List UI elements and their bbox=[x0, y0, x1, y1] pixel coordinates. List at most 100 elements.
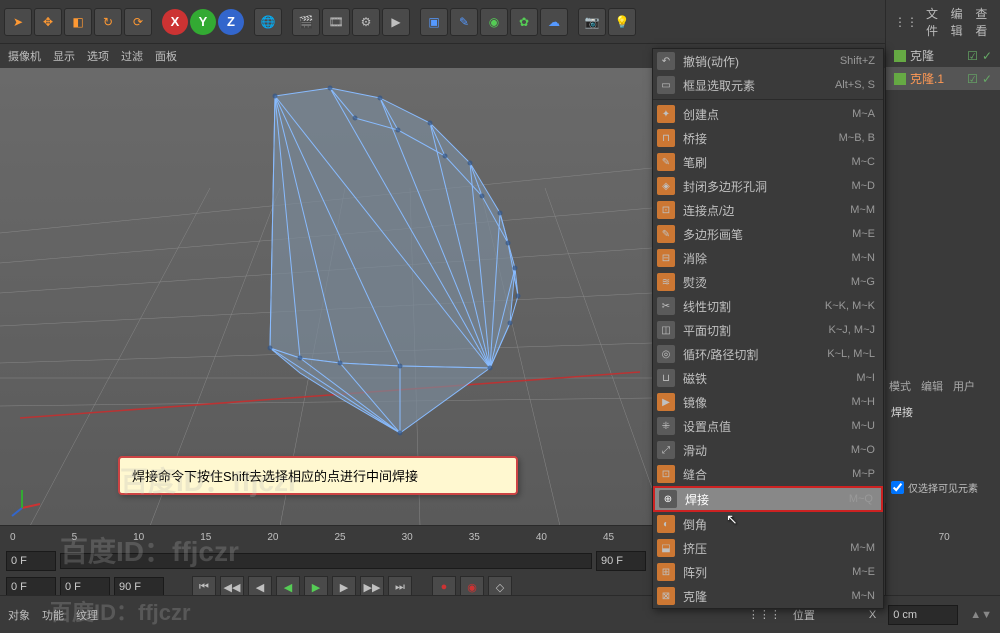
menu-item-icon: ⊓ bbox=[657, 129, 675, 147]
context-menu-item[interactable]: ◈ 封闭多边形孔洞 M~D bbox=[653, 174, 883, 198]
context-menu-item[interactable]: ⊡连接点/边M~M bbox=[653, 198, 883, 222]
light-icon[interactable]: 💡 bbox=[608, 8, 636, 36]
context-menu-item[interactable]: ⊕焊接M~Q bbox=[653, 486, 883, 512]
menu-item-label: 笔刷 bbox=[683, 154, 843, 171]
menu-item-icon: ✎ bbox=[657, 153, 675, 171]
only-visible-checkbox[interactable] bbox=[891, 481, 904, 494]
ruler-tick: 20 bbox=[267, 532, 278, 543]
user-tab[interactable]: 用户 bbox=[953, 378, 975, 394]
view-menu[interactable]: 查看 bbox=[975, 5, 992, 39]
menu-item-label: 倒角 bbox=[683, 516, 867, 533]
scale-tool-icon[interactable]: ◧ bbox=[64, 8, 92, 36]
menu-item-shortcut: M~B, B bbox=[839, 132, 875, 144]
menu-item-icon: ◫ bbox=[657, 321, 675, 339]
picture-viewer-icon[interactable]: ▶ bbox=[382, 8, 410, 36]
menu-item-label: 封闭多边形孔洞 bbox=[683, 178, 843, 195]
environment-icon[interactable]: ☁ bbox=[540, 8, 568, 36]
menu-item-shortcut: M~U bbox=[851, 420, 875, 432]
menu-item-label: 镜像 bbox=[683, 394, 843, 411]
edit-menu[interactable]: 编辑 bbox=[951, 5, 968, 39]
menu-item-icon: ▶ bbox=[657, 393, 675, 411]
context-menu-item[interactable]: ≋熨烫M~G bbox=[653, 270, 883, 294]
rotate-tool-icon[interactable]: ↻ bbox=[94, 8, 122, 36]
menu-item-icon: ◐ bbox=[657, 515, 675, 533]
context-menu-item[interactable]: ⊟消除M~N bbox=[653, 246, 883, 270]
camera-menu[interactable]: 摄像机 bbox=[8, 48, 41, 64]
context-menu-item[interactable]: ↶撤销(动作)Shift+Z bbox=[653, 49, 883, 73]
menu-item-shortcut: M~Q bbox=[849, 493, 873, 505]
move-tool-icon[interactable]: ✥ bbox=[34, 8, 62, 36]
ruler-tick: 35 bbox=[469, 532, 480, 543]
edit-tab[interactable]: 编辑 bbox=[921, 378, 943, 394]
spline-icon[interactable]: ✎ bbox=[450, 8, 478, 36]
context-menu-item[interactable]: ▭框显选取元素Alt+S, S bbox=[653, 73, 883, 97]
context-menu-item[interactable]: ⊠克隆M~N bbox=[653, 584, 883, 608]
recent-tool-icon[interactable]: ⟳ bbox=[124, 8, 152, 36]
context-menu-item[interactable]: ◐ 倒角 bbox=[653, 512, 883, 536]
context-menu-item[interactable]: ◫平面切割K~J, M~J bbox=[653, 318, 883, 342]
tab-object[interactable]: 对象 bbox=[8, 607, 30, 623]
range-start-input[interactable] bbox=[6, 577, 56, 597]
timeline-ruler[interactable]: 0510152025303540455055606570758085 bbox=[0, 526, 652, 548]
end-frame-input[interactable] bbox=[596, 551, 646, 571]
tab-texture[interactable]: 纹理 bbox=[76, 607, 98, 623]
mode-tab[interactable]: 模式 bbox=[889, 378, 911, 394]
ruler-tick: 40 bbox=[536, 532, 547, 543]
menu-item-shortcut: M~N bbox=[851, 590, 875, 602]
menu-item-shortcut: M~E bbox=[852, 566, 875, 578]
context-menu-item[interactable]: ✦创建点M~A bbox=[653, 102, 883, 126]
context-menu-item[interactable]: ⊡缝合M~P bbox=[653, 462, 883, 486]
context-menu-item[interactable]: ⊔磁铁M~I bbox=[653, 366, 883, 390]
menu-item-icon: ✎ bbox=[657, 225, 675, 243]
coord-system-icon[interactable]: 🌐 bbox=[254, 8, 282, 36]
filter-menu[interactable]: 过滤 bbox=[121, 48, 143, 64]
start-frame-input[interactable] bbox=[6, 551, 56, 571]
context-menu-item[interactable]: ✎多边形画笔M~E bbox=[653, 222, 883, 246]
x-value-input[interactable] bbox=[888, 605, 958, 625]
camera-icon[interactable]: 📷 bbox=[578, 8, 606, 36]
menu-item-icon: ⊡ bbox=[657, 201, 675, 219]
context-menu-item[interactable]: ⁜设置点值M~U bbox=[653, 414, 883, 438]
menu-item-icon: ⊠ bbox=[657, 587, 675, 605]
axis-y-button[interactable]: Y bbox=[190, 9, 216, 35]
tab-function[interactable]: 功能 bbox=[42, 607, 64, 623]
only-visible-label: 仅选择可见元素 bbox=[908, 480, 978, 495]
axis-z-button[interactable]: Z bbox=[218, 9, 244, 35]
menu-item-icon: ⊟ bbox=[657, 249, 675, 267]
current-frame-input[interactable] bbox=[60, 577, 110, 597]
menu-item-label: 阵列 bbox=[683, 564, 844, 581]
context-menu-item[interactable]: ⤢滑动M~O bbox=[653, 438, 883, 462]
display-menu[interactable]: 显示 bbox=[53, 48, 75, 64]
timeline-slider[interactable] bbox=[60, 553, 592, 569]
select-tool-icon[interactable]: ➤ bbox=[4, 8, 32, 36]
menu-item-shortcut: M~M bbox=[850, 542, 875, 554]
context-menu-item[interactable]: ▶镜像M~H bbox=[653, 390, 883, 414]
options-menu[interactable]: 选项 bbox=[87, 48, 109, 64]
panel-menu[interactable]: 面板 bbox=[155, 48, 177, 64]
menu-item-shortcut: M~D bbox=[851, 180, 875, 192]
range-end-input[interactable] bbox=[114, 577, 164, 597]
render-icon[interactable]: 🎬 bbox=[292, 8, 320, 36]
menu-item-icon: ◈ bbox=[657, 177, 675, 195]
context-menu-item[interactable]: ✎笔刷M~C bbox=[653, 150, 883, 174]
perspective-viewport[interactable]: 焊接命令下按住Shift去选择相应的点进行中间焊接 bbox=[0, 68, 652, 526]
hierarchy-item[interactable]: 克隆 ☑✓ bbox=[886, 44, 1000, 67]
context-menu-item[interactable]: ⬓挤压M~M bbox=[653, 536, 883, 560]
menu-item-shortcut: Alt+S, S bbox=[835, 79, 875, 91]
axis-x-button[interactable]: X bbox=[162, 9, 188, 35]
context-menu-item[interactable]: ✂线性切割K~K, M~K bbox=[653, 294, 883, 318]
context-menu-item[interactable]: ⊓ 桥接 M~B, B bbox=[653, 126, 883, 150]
menu-item-icon: ✂ bbox=[657, 297, 675, 315]
render-settings-icon[interactable]: ⚙ bbox=[352, 8, 380, 36]
render-region-icon[interactable]: 🎞 bbox=[322, 8, 350, 36]
main-toolbar: ➤ ✥ ◧ ↻ ⟳ X Y Z 🌐 🎬 🎞 ⚙ ▶ ▣ ✎ ◉ ✿ ☁ 📷 💡 bbox=[0, 0, 1000, 44]
menu-item-label: 桥接 bbox=[683, 130, 831, 147]
generator-icon[interactable]: ◉ bbox=[480, 8, 508, 36]
context-menu-item[interactable]: ◎循环/路径切割K~L, M~L bbox=[653, 342, 883, 366]
tooltip-callout: 焊接命令下按住Shift去选择相应的点进行中间焊接 bbox=[118, 456, 518, 495]
cube-primitive-icon[interactable]: ▣ bbox=[420, 8, 448, 36]
hierarchy-item[interactable]: 克隆.1 ☑✓ bbox=[886, 67, 1000, 90]
deformer-icon[interactable]: ✿ bbox=[510, 8, 538, 36]
context-menu-item[interactable]: ⊞阵列M~E bbox=[653, 560, 883, 584]
file-menu[interactable]: 文件 bbox=[926, 5, 943, 39]
